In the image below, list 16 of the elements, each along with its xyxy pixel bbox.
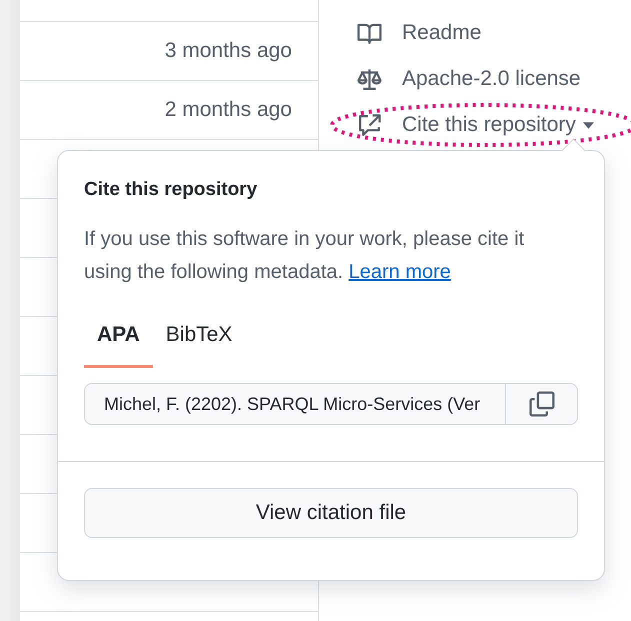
copy-button[interactable] bbox=[506, 383, 578, 425]
citation-field[interactable]: Michel, F. (2202). SPARQL Micro-Services (Ver bbox=[84, 383, 506, 425]
scale-icon bbox=[357, 66, 382, 92]
view-citation-button[interactable]: View citation file bbox=[84, 488, 578, 538]
popover-description: If you use this software in your work, please cite it using the following metadata. Learn more bbox=[84, 227, 526, 285]
commit-time: 3 months ago bbox=[164, 39, 292, 63]
quote-share-icon bbox=[357, 112, 382, 138]
caret-icon bbox=[582, 122, 594, 128]
popover-title: Cite this repository bbox=[84, 179, 258, 201]
sidebar-link[interactable]: Readme bbox=[402, 21, 482, 45]
copy-icon bbox=[528, 391, 554, 417]
format-tab[interactable]: BibTeX bbox=[152, 313, 246, 368]
format-tab[interactable]: APA bbox=[84, 313, 153, 368]
learn-more-link[interactable]: Learn more bbox=[348, 261, 451, 283]
commit-time: 2 months ago bbox=[164, 98, 292, 122]
sidebar-link[interactable]: Apache-2.0 license bbox=[402, 67, 581, 91]
